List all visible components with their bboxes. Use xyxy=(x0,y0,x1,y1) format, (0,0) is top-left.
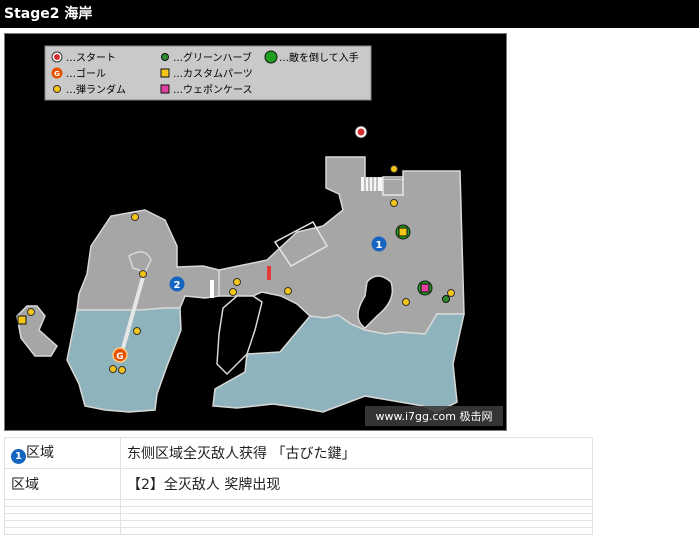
area-number-badge: 1 xyxy=(11,449,26,464)
area-2-marker: 2 xyxy=(169,276,185,292)
ammo-dot xyxy=(118,366,126,374)
page-title: Stage2 海岸 xyxy=(0,0,699,28)
area-label: 区域 xyxy=(11,477,39,493)
area-label: 区域 xyxy=(26,445,54,461)
ammo-dot xyxy=(131,213,139,221)
goal-marker: G xyxy=(112,347,128,363)
west-landmass xyxy=(76,209,220,311)
map-legend: …スタート …グリーンハーブ …敵を倒して入手 G …ゴール …カスタムパーツ xyxy=(44,45,372,101)
green-herb-icon xyxy=(442,295,450,303)
svg-text:www.i7gg.com 极击网: www.i7gg.com 极击网 xyxy=(376,409,493,423)
ammo-dot xyxy=(390,165,398,173)
area-cell: 1 区域 xyxy=(4,437,121,469)
legend-custom-parts: …カスタムパーツ xyxy=(160,68,253,80)
detail-cell: 东侧区域全灭敌人获得 「古びた鍵」 xyxy=(120,437,593,469)
table-row xyxy=(4,499,593,507)
area-1-marker: 1 xyxy=(371,236,387,252)
legend-green-herb: …グリーンハーブ xyxy=(161,51,252,64)
area-info-table: 1 区域 东侧区域全灭敌人获得 「古びた鍵」 区域 【2】全灭敌人 奖牌出现 xyxy=(4,437,593,535)
enemy-drop-custom-parts xyxy=(395,224,411,240)
white-door xyxy=(210,280,214,298)
custom-parts-icon xyxy=(17,315,27,325)
ammo-dot xyxy=(27,308,35,316)
north-stairs xyxy=(361,177,383,191)
table-row: 区域 【2】全灭敌人 奖牌出现 xyxy=(4,468,593,500)
svg-text:…敵を倒して入手: …敵を倒して入手 xyxy=(279,51,359,64)
ammo-dot xyxy=(402,298,410,306)
legend-enemy-drop: …敵を倒して入手 xyxy=(264,50,359,64)
ammo-dot xyxy=(109,365,117,373)
legend-weapon-case: …ウェポンケース xyxy=(160,84,253,96)
map-terrain xyxy=(16,156,465,413)
watermark: www.i7gg.com 极击网 xyxy=(365,406,503,426)
area-cell: 区域 xyxy=(4,468,121,500)
svg-text:1: 1 xyxy=(376,240,383,251)
map-canvas: G 1 2 …スタート …グリーンハーブ …敵を倒して入手 G …ゴール …カス… xyxy=(16,45,503,426)
far-west-islet xyxy=(16,305,58,357)
ammo-dot xyxy=(390,199,398,207)
table-row xyxy=(4,513,593,521)
start-marker xyxy=(354,125,368,139)
ammo-dot xyxy=(139,270,147,278)
svg-text:…カスタムパーツ: …カスタムパーツ xyxy=(173,68,253,80)
ammo-dot xyxy=(229,288,237,296)
stage-map: G 1 2 …スタート …グリーンハーブ …敵を倒して入手 G …ゴール …カス… xyxy=(4,33,507,431)
svg-text:…ゴール: …ゴール xyxy=(66,67,106,80)
ammo-dot xyxy=(447,289,455,297)
ammo-dot xyxy=(133,327,141,335)
svg-text:…スタート: …スタート xyxy=(66,52,116,64)
svg-text:…グリーンハーブ: …グリーンハーブ xyxy=(173,51,252,64)
detail-cell: 【2】全灭敌人 奖牌出现 xyxy=(120,468,593,500)
svg-text:…弾ランダム: …弾ランダム xyxy=(66,83,126,96)
ammo-dot xyxy=(284,287,292,295)
table-row: 1 区域 东侧区域全灭敌人获得 「古びた鍵」 xyxy=(4,437,593,469)
table-row xyxy=(4,506,593,514)
ammo-dot xyxy=(233,278,241,286)
red-door xyxy=(267,266,271,280)
svg-text:G: G xyxy=(54,70,60,78)
svg-text:2: 2 xyxy=(174,280,181,291)
table-row xyxy=(4,527,593,535)
table-row xyxy=(4,520,593,528)
enemy-drop-weapon-case xyxy=(417,280,433,296)
svg-text:G: G xyxy=(116,352,123,362)
svg-text:…ウェポンケース: …ウェポンケース xyxy=(173,84,253,96)
